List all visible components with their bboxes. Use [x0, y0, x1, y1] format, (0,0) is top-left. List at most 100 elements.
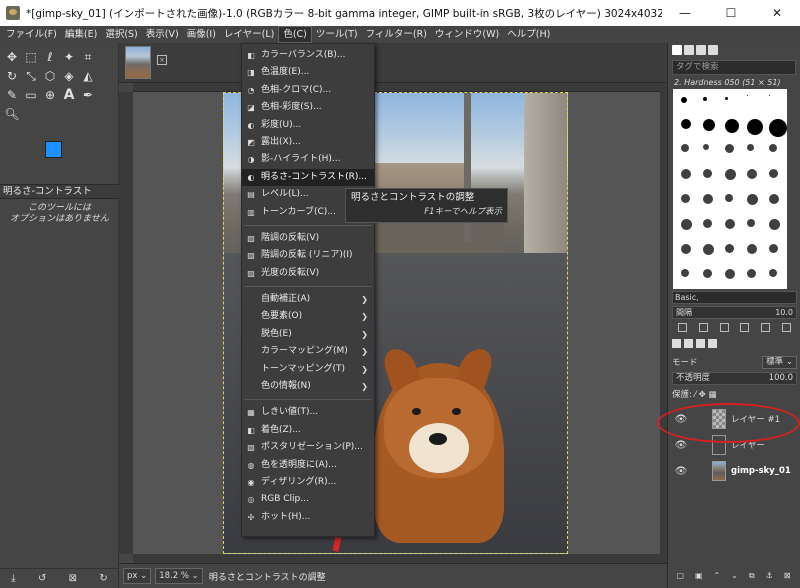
raise-layer-icon[interactable]: ⌃ [714, 571, 721, 583]
brush-preview-icon[interactable] [703, 119, 715, 131]
brush-preview-icon[interactable] [747, 269, 756, 278]
brush-preview-icon[interactable] [747, 144, 754, 151]
brush-preview-icon[interactable] [769, 244, 778, 253]
menu-info[interactable]: 色の情報(N) ❯ [242, 378, 374, 395]
menu-tone-mapping[interactable]: トーンマッピング(T) ❯ [242, 361, 374, 378]
brush-preview-icon[interactable] [703, 219, 712, 228]
brush-preview-icon[interactable] [769, 169, 778, 178]
close-button[interactable]: ✕ [754, 0, 800, 26]
brush-preview-icon[interactable] [769, 144, 777, 152]
brushes-tab-icon[interactable] [672, 45, 682, 55]
brush-preview-icon[interactable] [725, 97, 728, 100]
text-tool-icon[interactable]: A [61, 87, 77, 103]
visibility-eye-icon[interactable]: 👁︎ [674, 466, 688, 477]
brush-preview-icon[interactable] [725, 219, 735, 229]
visibility-eye-icon[interactable]: 👁︎ [674, 440, 688, 451]
layers-tab-icon[interactable] [672, 339, 681, 348]
menu-posterize[interactable]: ▧ ポスタリゼーション(P)... [242, 439, 374, 456]
menu-windows[interactable]: ウィンドウ(W) [431, 26, 503, 43]
menu-exposure[interactable]: ◩ 露出(X)... [242, 134, 374, 151]
minimize-button[interactable]: — [662, 0, 708, 26]
brush-preview-icon[interactable] [747, 244, 757, 254]
menu-file[interactable]: ファイル(F) [2, 26, 61, 43]
warp-icon[interactable]: ⤡ [23, 68, 39, 84]
horizontal-scrollbar[interactable] [133, 554, 660, 563]
crop-icon[interactable]: ⌗ [80, 49, 96, 65]
brush-preview-icon[interactable] [725, 119, 739, 133]
menu-help[interactable]: ヘルプ(H) [503, 26, 554, 43]
menu-view[interactable]: 表示(V) [142, 26, 183, 43]
menu-image[interactable]: 画像(I) [183, 26, 220, 43]
brush-grid[interactable] [673, 89, 787, 289]
menu-edit[interactable]: 編集(E) [61, 26, 101, 43]
menu-color-balance[interactable]: ◧ カラーバランス(B)... [242, 47, 374, 64]
menu-hue-chroma[interactable]: ◔ 色相-クロマ(C)... [242, 82, 374, 99]
brush-preview-icon[interactable] [725, 144, 734, 153]
menu-map[interactable]: カラーマッピング(M) ❯ [242, 343, 374, 360]
maximize-button[interactable]: ☐ [708, 0, 754, 26]
layer-row[interactable]: 👁︎ レイヤー [670, 433, 799, 457]
foreground-color[interactable] [45, 141, 62, 158]
tag-search-input[interactable]: タグで検索 [672, 60, 796, 75]
brush-preview-icon[interactable] [681, 269, 689, 277]
menu-saturation[interactable]: ◐ 彩度(U)... [242, 117, 374, 134]
patterns-tab-icon[interactable] [684, 45, 694, 55]
lasso-icon[interactable]: ℓ [42, 49, 58, 65]
brush-preview-icon[interactable] [725, 169, 736, 180]
fuzzy-select-icon[interactable]: ✦ [61, 49, 77, 65]
delete-layer-icon[interactable]: ⊠ [784, 571, 791, 583]
brush-preview-icon[interactable] [769, 269, 777, 277]
brush-preview-icon[interactable] [747, 169, 757, 179]
brush-preview-icon[interactable] [747, 219, 755, 227]
brush-preview-icon[interactable] [703, 169, 712, 178]
eraser-icon[interactable]: ▭ [23, 87, 39, 103]
brush-preview-icon[interactable] [703, 97, 707, 101]
menu-dither[interactable]: ◉ ディザリング(R)... [242, 474, 374, 491]
menu-desaturate[interactable]: 脱色(E) ❯ [242, 326, 374, 343]
new-layer-icon[interactable]: ▢ [676, 571, 684, 583]
layer-row-active[interactable]: 👁︎ gimp-sky_01 [670, 459, 799, 483]
color-picker-icon[interactable]: ✒ [80, 87, 96, 103]
brush-preview-icon[interactable] [747, 95, 748, 96]
paths-tab-icon[interactable] [696, 339, 705, 348]
menu-hot[interactable]: ✣ ホット(H)... [242, 509, 374, 526]
channels-tab-icon[interactable] [684, 339, 693, 348]
layer-row[interactable]: 👁︎ レイヤー #1 [670, 407, 799, 431]
brush-preview-icon[interactable] [681, 169, 691, 179]
menu-hue-saturation[interactable]: ◪ 色相-彩度(S)... [242, 99, 374, 116]
brush-preview-icon[interactable] [747, 119, 763, 135]
restore-options-icon[interactable]: ↺ [38, 573, 46, 584]
brush-preview-icon[interactable] [725, 269, 735, 279]
menu-layer[interactable]: レイヤー(L) [220, 26, 278, 43]
clone-icon[interactable]: ⊕ [42, 87, 58, 103]
menu-threshold[interactable]: ▦ しきい値(T)... [242, 404, 374, 421]
zoom-select[interactable]: 18.2 % ⌄ [155, 568, 203, 584]
fonts-tab-icon[interactable] [696, 45, 706, 55]
lock-row[interactable]: 保護: ⁄ ✥ ▦ [672, 389, 797, 402]
bucket-icon[interactable]: ◈ [61, 68, 77, 84]
brush-preview-icon[interactable] [681, 119, 691, 129]
delete-options-icon[interactable]: ⊠ [69, 573, 77, 584]
brush-preview-icon[interactable] [703, 269, 712, 278]
paintbrush-icon[interactable]: ✎ [4, 87, 20, 103]
unit-select[interactable]: px ⌄ [123, 568, 152, 584]
brush-preview-icon[interactable] [769, 119, 787, 137]
rotate-icon[interactable]: ↻ [4, 68, 20, 84]
menu-colorize[interactable]: ◧ 着色(Z)... [242, 422, 374, 439]
brush-preview-icon[interactable] [681, 219, 692, 230]
menu-auto[interactable]: 自動補正(A) ❯ [242, 291, 374, 308]
menu-components[interactable]: 色要素(O) ❯ [242, 308, 374, 325]
visibility-eye-icon[interactable]: 👁︎ [674, 414, 688, 425]
menu-filters[interactable]: フィルター(R) [362, 26, 431, 43]
new-group-icon[interactable]: ▣ [695, 571, 703, 583]
mode-select[interactable]: 標準 ⌄ [762, 355, 797, 369]
menu-color-temperature[interactable]: ◨ 色温度(E)... [242, 64, 374, 81]
menu-rgb-clip[interactable]: ◎ RGB Clip... [242, 491, 374, 508]
brush-preview-icon[interactable] [769, 194, 779, 204]
menu-tools[interactable]: ツール(T) [312, 26, 362, 43]
cage-icon[interactable]: ⬡ [42, 68, 58, 84]
vertical-ruler[interactable] [119, 92, 133, 554]
brush-preview-icon[interactable] [703, 144, 709, 150]
duplicate-layer-icon[interactable]: ⧉ [749, 571, 755, 583]
reset-options-icon[interactable]: ↻ [99, 573, 107, 584]
